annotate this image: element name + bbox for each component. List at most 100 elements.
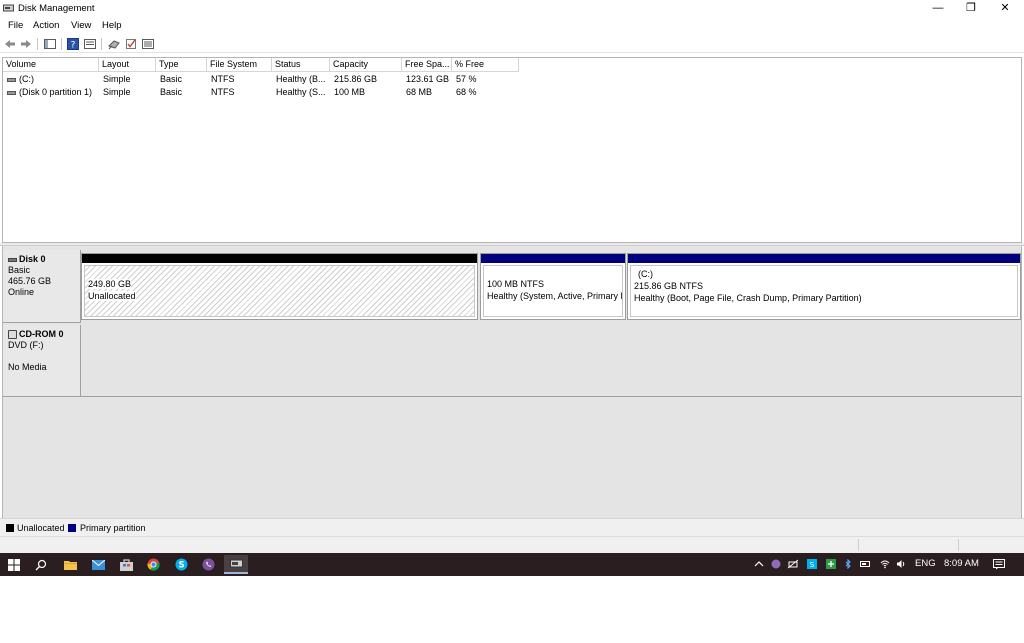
volume-tray-icon[interactable] [896,559,906,569]
cdrom-0-status: No Media [8,362,47,372]
status-cell: Healthy (S... [276,87,326,97]
window-title: Disk Management [18,3,95,14]
cdrom-0-media-area[interactable] [81,323,1021,397]
menu-view[interactable]: View [71,20,91,31]
percent-free-cell: 68 % [456,87,477,97]
minimize-button[interactable]: — [921,0,955,18]
capacity-cell: 100 MB [334,87,366,97]
action-center-icon[interactable] [993,559,1005,570]
viber-icon[interactable] [200,557,216,572]
menu-action[interactable]: Action [33,20,59,31]
column-header-type[interactable]: Type [156,58,207,72]
capacity-cell: 215.86 GB [334,74,378,84]
back-arrow-icon[interactable] [4,38,16,50]
disk-management-icon[interactable] [224,555,248,574]
cdrom-0-name: CD-ROM 0 [19,329,64,339]
toolbar-separator [61,38,62,50]
forward-arrow-icon[interactable] [20,38,32,50]
network-disconnected-tray-icon[interactable] [788,559,798,569]
table-row[interactable]: (C:) Simple Basic NTFS Healthy (B... 215… [3,73,1021,86]
layout-cell: Simple [103,87,131,97]
free-space-cell: 123.61 GB [406,74,450,84]
disk-0-type: Basic [8,265,31,275]
partition-unallocated-label: Unallocated [88,291,136,301]
properties-icon[interactable] [84,38,96,50]
partition-c-drive-status: Healthy (Boot, Page File, Crash Dump, Pr… [634,293,862,303]
skype-icon[interactable]: S [173,557,189,572]
column-header-volume[interactable]: Volume [3,58,99,72]
legend-label-unallocated: Unallocated [17,523,65,533]
cdrom-0-label[interactable]: CD-ROM 0 DVD (F:) No Media [3,325,81,397]
search-icon[interactable] [33,557,49,572]
show-hidden-icons-chevron-icon[interactable] [754,559,764,569]
check-icon[interactable] [125,38,137,50]
disk-0-status: Online [8,287,35,297]
windows-start-icon[interactable] [6,557,22,572]
file-explorer-icon[interactable] [62,557,78,572]
menu-help[interactable]: Help [102,20,122,31]
wifi-tray-icon[interactable] [880,559,890,569]
layout-cell: Simple [103,74,131,84]
svg-text:S: S [178,561,184,571]
status-bar-separator [958,539,959,551]
volume-icon [7,90,16,95]
partition-unallocated-size: 249.80 GB [88,279,132,289]
column-header-layout[interactable]: Layout [99,58,156,72]
column-header-file-system[interactable]: File System [207,58,272,72]
status-bar-separator [858,539,859,551]
console-tree-icon[interactable] [44,38,56,50]
taskbar: S S ENG 8:09 AM [0,553,1024,576]
partition-system-reserved[interactable]: 100 MB NTFS Healthy (System, Active, Pri… [480,253,626,320]
close-button[interactable]: ✕ [988,0,1022,18]
help-icon[interactable]: ? [67,38,79,50]
device-tray-icon[interactable] [860,559,870,569]
restore-button[interactable]: ❐ [954,0,988,18]
store-icon[interactable] [118,557,134,572]
svg-text:?: ? [71,41,76,51]
status-cell: Healthy (B... [276,74,326,84]
viber-tray-icon[interactable] [771,559,781,569]
free-space-cell: 68 MB [406,87,433,97]
disk-0-size: 465.76 GB [8,276,52,286]
type-cell: Basic [160,87,183,97]
disk-management-app-icon [3,4,14,12]
toolbar-separator [37,38,38,50]
toolbar: ? [0,35,1024,53]
file-system-cell: NTFS [211,74,235,84]
column-header-status[interactable]: Status [272,58,330,72]
chrome-icon[interactable] [145,557,161,572]
table-row[interactable]: (Disk 0 partition 1) Simple Basic NTFS H… [3,86,1021,99]
cd-rom-icon [8,330,17,340]
toolbar-separator [101,38,102,50]
partition-c-drive[interactable]: (C:) 215.86 GB NTFS Healthy (Boot, Page … [627,253,1021,320]
skype-tray-icon[interactable]: S [807,559,817,569]
legend-swatch-unallocated [6,524,14,532]
input-language-indicator[interactable]: ENG [915,557,936,571]
bluetooth-tray-icon[interactable] [843,559,853,569]
connect-icon[interactable] [108,38,120,50]
column-header-percent-free[interactable]: % Free [452,58,519,72]
partition-system-reserved-status: Healthy (System, Active, Primary P [487,291,623,301]
column-header-free-space[interactable]: Free Spa... [402,58,452,72]
system-clock[interactable]: 8:09 AM [944,557,979,571]
partition-unallocated[interactable]: 249.80 GB Unallocated [81,253,478,320]
blank-area-below-taskbar [0,576,1024,643]
disk-0-label[interactable]: Disk 0 Basic 465.76 GB Online [3,250,81,323]
partition-c-drive-letter: (C:) [638,269,653,279]
partition-system-reserved-body: 100 MB NTFS Healthy (System, Active, Pri… [483,265,623,317]
cdrom-0-drive: DVD (F:) [8,340,44,350]
partition-system-reserved-size: 100 MB NTFS [487,279,545,289]
disk-layout-pane: Disk 0 Basic 465.76 GB Online 249.80 GB … [2,246,1022,536]
partition-color-bar [628,254,1020,263]
security-shield-tray-icon[interactable] [826,559,836,569]
type-cell: Basic [160,74,183,84]
menu-file[interactable]: File [8,20,23,31]
partition-c-drive-body: (C:) 215.86 GB NTFS Healthy (Boot, Page … [630,265,1018,317]
mail-icon[interactable] [90,557,106,572]
column-header-capacity[interactable]: Capacity [330,58,402,72]
menu-bar: File Action View Help [0,18,1024,34]
volume-cell: (Disk 0 partition 1) [3,86,99,99]
file-system-cell: NTFS [211,87,235,97]
partition-color-bar [481,254,625,263]
list-view-icon[interactable] [142,38,154,50]
